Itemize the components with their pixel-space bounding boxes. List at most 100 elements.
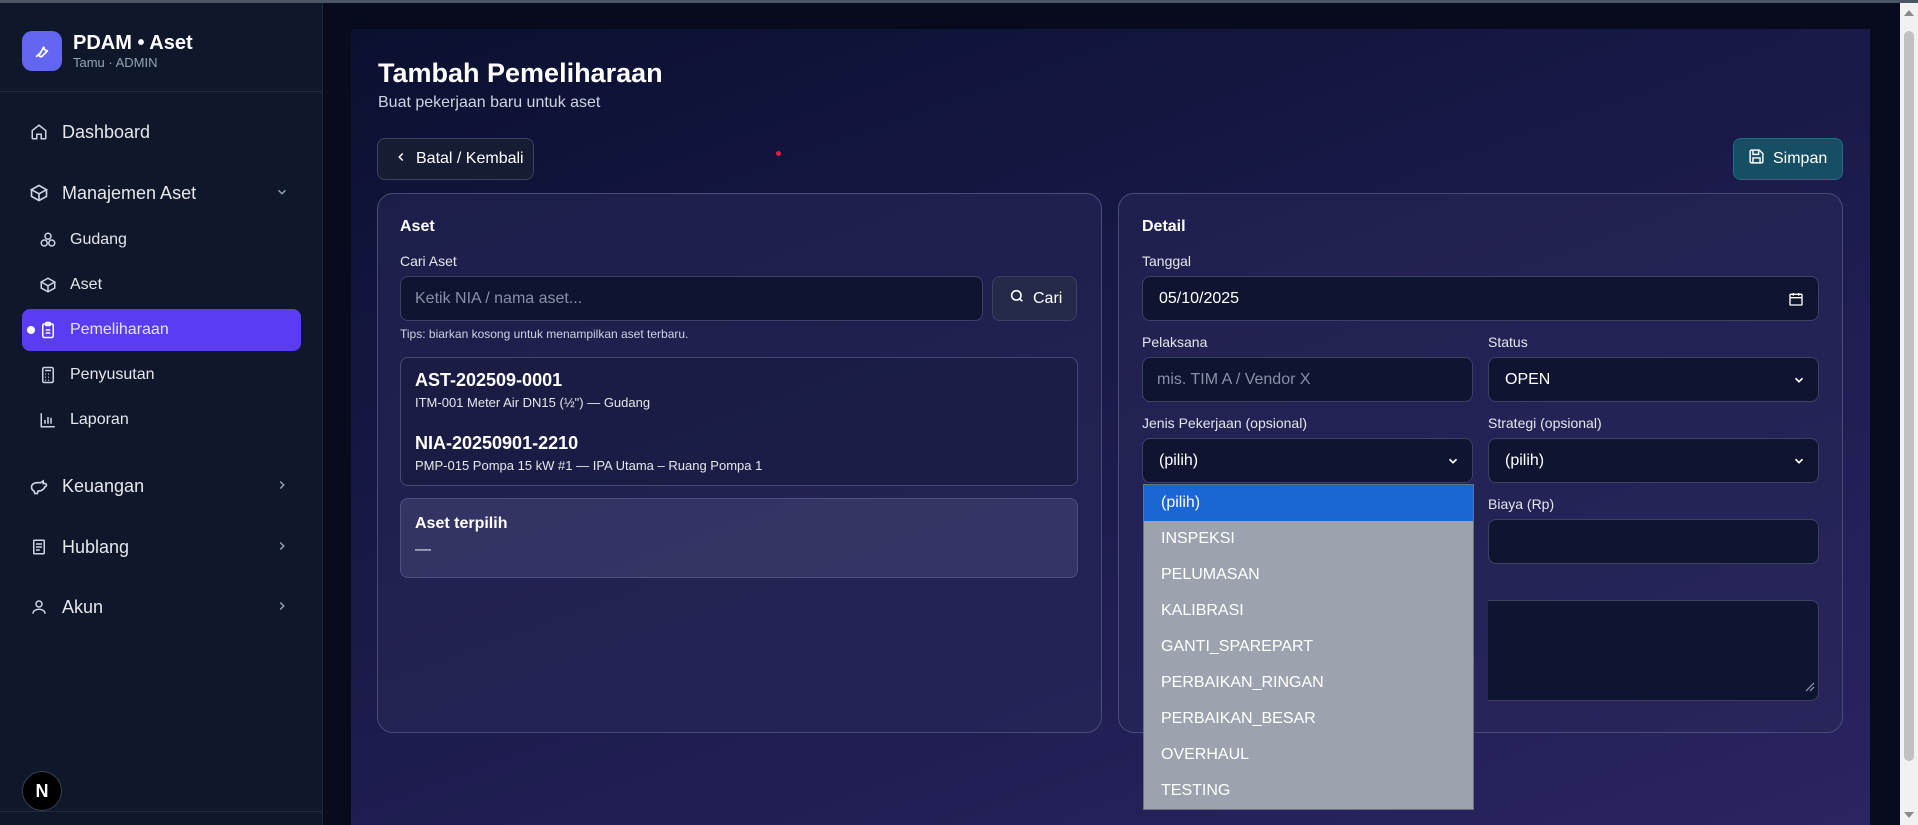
chevron-down-icon (275, 185, 289, 204)
date-value: 05/10/2025 (1159, 289, 1240, 307)
brand-subtitle: Tamu · ADMIN (73, 55, 158, 70)
strategi-label: Strategi (opsional) (1488, 415, 1602, 431)
calendar-icon[interactable] (1788, 291, 1804, 312)
home-icon (28, 121, 50, 143)
chevron-right-icon (275, 599, 289, 618)
jenis-value: (pilih) (1159, 451, 1199, 469)
nav-akun-label: Akun (62, 596, 104, 617)
wrench-icon (22, 31, 62, 71)
nav-manajemen-aset-label: Manajemen Aset (62, 182, 197, 203)
chevron-right-icon (275, 539, 289, 558)
dropdown-option[interactable]: KALIBRASI (1144, 593, 1473, 629)
scroll-up-icon[interactable] (1904, 10, 1914, 16)
page-title: Tambah Pemeliharaan (378, 58, 663, 88)
sidebar-item-aset[interactable]: Aset (22, 264, 301, 306)
back-button-label: Batal / Kembali (416, 150, 524, 167)
next-dev-badge[interactable]: N (22, 771, 62, 811)
dropdown-option[interactable]: GANTI_SPAREPART (1144, 629, 1473, 665)
selected-asset-box: Aset terpilih — (400, 498, 1078, 578)
sidebar-item-label: Penyusutan (70, 366, 155, 383)
jenis-dropdown-list: (pilih) INSPEKSI PELUMASAN KALIBRASI GAN… (1143, 484, 1474, 810)
chevron-down-icon (1446, 454, 1460, 473)
selected-asset-title: Aset terpilih (415, 515, 508, 532)
sidebar-item-label: Laporan (70, 411, 129, 428)
save-button-label: Simpan (1773, 150, 1828, 167)
nav-hublang[interactable]: Hublang (22, 526, 301, 568)
nav-keuangan[interactable]: Keuangan (22, 465, 301, 507)
piggy-bank-icon (28, 475, 50, 497)
dropdown-option[interactable]: OVERHAUL (1144, 737, 1473, 773)
save-button[interactable]: Simpan (1733, 138, 1843, 180)
dropdown-option[interactable]: TESTING (1144, 773, 1473, 809)
biaya-input[interactable] (1488, 519, 1819, 564)
search-icon (1009, 288, 1025, 309)
result-code[interactable]: NIA-20250901-2210 (415, 433, 578, 454)
scroll-down-icon[interactable] (1904, 812, 1914, 818)
sidebar-item-label: Gudang (70, 231, 127, 248)
result-desc[interactable]: PMP-015 Pompa 15 kW #1 — IPA Utama – Rua… (415, 458, 762, 473)
status-label: Status (1488, 334, 1528, 350)
jenis-select[interactable]: (pilih) (1142, 438, 1473, 483)
divider (0, 811, 323, 812)
search-button[interactable]: Cari (992, 276, 1077, 321)
strategi-select[interactable]: (pilih) (1488, 438, 1819, 483)
dropdown-option[interactable]: (pilih) (1144, 485, 1473, 521)
dropdown-option[interactable]: PELUMASAN (1144, 557, 1473, 593)
document-icon (28, 536, 50, 558)
sidebar-item-pemeliharaan[interactable]: Pemeliharaan (22, 309, 301, 351)
pelaksana-label: Pelaksana (1142, 334, 1208, 350)
badge-letter: N (35, 780, 49, 801)
nav-akun[interactable]: Akun (22, 586, 301, 628)
selected-asset-value: — (415, 541, 431, 558)
cursor-dot (776, 151, 781, 156)
brand-title: PDAM • Aset (73, 32, 193, 54)
brand[interactable]: PDAM • Aset Tamu · ADMIN (22, 31, 193, 71)
search-results: AST-202509-0001 ITM-001 Meter Air DN15 (… (400, 357, 1078, 486)
biaya-label: Biaya (Rp) (1488, 496, 1555, 512)
sidebar-item-penyusutan[interactable]: Penyusutan (22, 354, 301, 396)
sidebar-item-label: Pemeliharaan (70, 321, 169, 338)
back-button[interactable]: Batal / Kembali (377, 138, 534, 180)
nav-keuangan-label: Keuangan (62, 475, 145, 496)
jenis-label: Jenis Pekerjaan (opsional) (1142, 415, 1307, 431)
box-icon (28, 182, 50, 204)
search-label: Cari Aset (400, 253, 457, 269)
nav-hublang-label: Hublang (62, 536, 130, 557)
active-indicator (27, 326, 35, 334)
sidebar: PDAM • Aset Tamu · ADMIN Dashboard Manaj… (0, 3, 323, 825)
page-subtitle: Buat pekerjaan baru untuk aset (378, 94, 601, 111)
box-icon (38, 275, 58, 295)
detail-card-title: Detail (1142, 218, 1186, 235)
status-select[interactable]: OPEN (1488, 357, 1819, 402)
result-code[interactable]: AST-202509-0001 (415, 370, 562, 391)
pelaksana-input[interactable] (1142, 357, 1473, 402)
scroll-thumb[interactable] (1904, 31, 1914, 761)
nav-dashboard[interactable]: Dashboard (22, 111, 301, 153)
bar-chart-icon (38, 410, 58, 430)
chevron-left-icon (394, 150, 408, 169)
sidebar-item-laporan[interactable]: Laporan (22, 399, 301, 441)
result-desc[interactable]: ITM-001 Meter Air DN15 (½") — Gudang (415, 395, 650, 410)
chevron-down-icon (1792, 454, 1806, 473)
nav-dashboard-label: Dashboard (62, 121, 151, 142)
dropdown-option[interactable]: INSPEKSI (1144, 521, 1473, 557)
resize-grip-icon[interactable] (1805, 679, 1815, 697)
nav-manajemen-aset[interactable]: Manajemen Aset (22, 172, 301, 214)
dropdown-option[interactable]: PERBAIKAN_BESAR (1144, 701, 1473, 737)
calculator-icon (38, 365, 58, 385)
chevron-down-icon (1792, 373, 1806, 392)
user-icon (28, 596, 50, 618)
status-value: OPEN (1505, 370, 1551, 388)
search-input[interactable] (400, 276, 983, 321)
page-scrollbar[interactable] (1900, 3, 1918, 825)
aset-card-title: Aset (400, 218, 435, 235)
dropdown-option[interactable]: PERBAIKAN_RINGAN (1144, 665, 1473, 701)
boxes-icon (38, 230, 58, 250)
chevron-right-icon (275, 478, 289, 497)
tanggal-label: Tanggal (1142, 253, 1192, 269)
notes-textarea[interactable] (1488, 600, 1819, 701)
save-icon (1748, 148, 1765, 170)
date-field[interactable]: 05/10/2025 (1142, 276, 1819, 321)
sidebar-item-gudang[interactable]: Gudang (22, 219, 301, 261)
clipboard-icon (38, 320, 58, 340)
